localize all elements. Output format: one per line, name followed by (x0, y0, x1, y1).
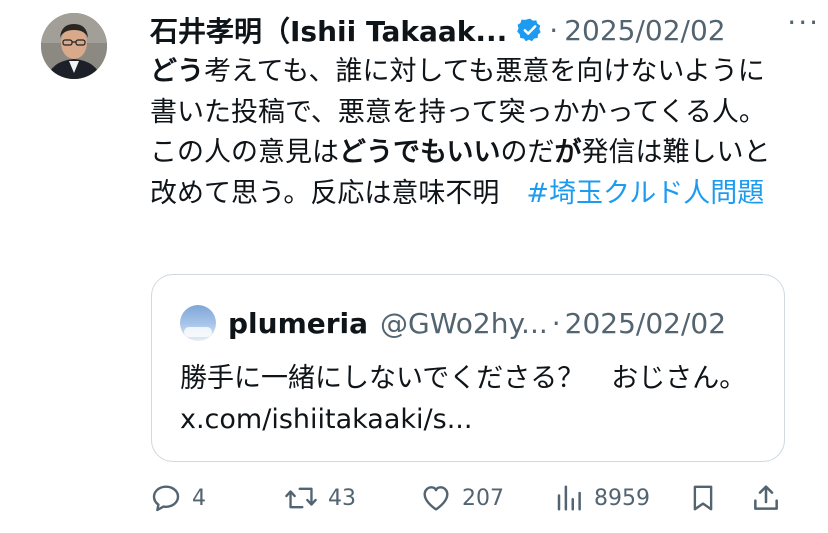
quoted-post-card[interactable]: plumeria @GWo2hy... · 2025/02/02 勝手に一緒にし… (151, 274, 785, 462)
quoted-post-date: 2025/02/02 (564, 306, 727, 340)
avatar-photo (41, 13, 107, 79)
post-date-separator: · (549, 13, 559, 47)
views-button[interactable]: 8959 (554, 478, 650, 518)
share-icon (754, 485, 778, 510)
post-date[interactable]: 2025/02/02 (564, 14, 725, 47)
quoted-author-name: plumeria (228, 306, 369, 340)
like-icon (423, 486, 449, 511)
action-bar: 4 43 207 8959 (150, 478, 790, 518)
repost-button[interactable]: 43 (284, 478, 356, 518)
reply-button[interactable]: 4 (150, 478, 206, 518)
reply-icon (152, 485, 180, 512)
post-text-segment: が (554, 137, 582, 168)
views-icon (557, 485, 581, 511)
post-text-segment: のだ (500, 137, 555, 168)
author-name[interactable]: 石井孝明（Ishii Takaak... (150, 10, 507, 50)
hashtag-link[interactable]: #埼玉クルド人問題 (526, 178, 764, 209)
repost-icon (285, 487, 317, 509)
post-header: 石井孝明（Ishii Takaak... · 2025/02/02 (150, 8, 810, 52)
more-icon[interactable]: ··· (787, 6, 820, 39)
quoted-post-header: plumeria @GWo2hy... · 2025/02/02 (180, 303, 726, 343)
post-text-segment: どうでもいい (339, 137, 501, 168)
share-button[interactable] (750, 478, 782, 518)
quoted-author-handle: @GWo2hy... (380, 306, 548, 340)
bookmark-button[interactable] (688, 478, 718, 518)
like-count: 207 (462, 485, 504, 511)
quoted-post-text: 勝手に一緒にしないでくださる？ おじさん。 x.com/ishiitakaaki… (180, 363, 747, 435)
quoted-date-separator: · (551, 306, 561, 340)
post-text: どう考えても、誰に対しても悪意を向けないように書いた投稿で、悪意を持って突っかか… (150, 52, 790, 214)
verified-badge-icon (517, 17, 543, 43)
post-text-segment: どう (150, 56, 204, 87)
quoted-author-avatar (180, 305, 216, 341)
views-count: 8959 (594, 485, 650, 511)
like-button[interactable]: 207 (420, 478, 504, 518)
author-avatar[interactable] (41, 13, 107, 79)
bookmark-icon (693, 485, 713, 511)
repost-count: 43 (328, 485, 356, 511)
reply-count: 4 (192, 485, 206, 511)
